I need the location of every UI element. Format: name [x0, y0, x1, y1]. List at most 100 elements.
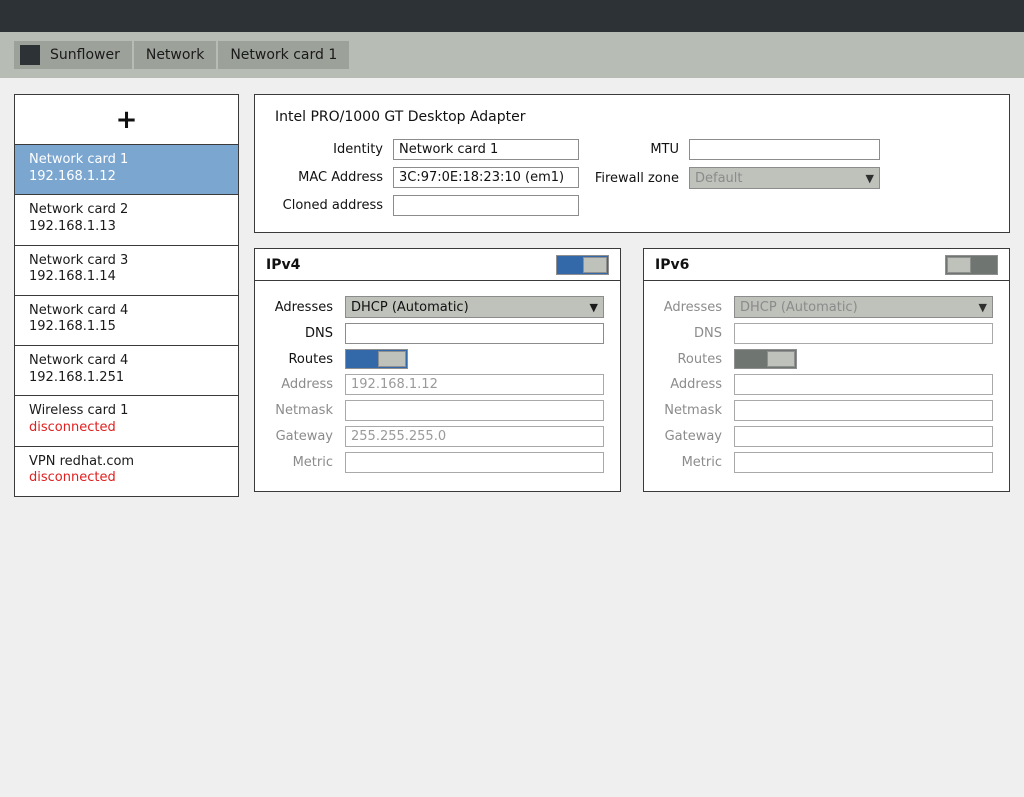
- ipv6-title: IPv6: [655, 256, 690, 273]
- list-item-detail: 192.168.1.14: [29, 269, 116, 285]
- add-interface-button[interactable]: +: [15, 95, 238, 145]
- details-column: Intel PRO/1000 GT Desktop Adapter Identi…: [254, 94, 1010, 492]
- list-item-status: disconnected: [29, 419, 116, 435]
- breadcrumb-home-label: Sunflower: [50, 47, 120, 63]
- identity-field-row: Identity Network card 1: [275, 139, 579, 160]
- toggle-knob-icon: [583, 256, 607, 273]
- breadcrumb-bar: Sunflower Network Network card 1: [0, 32, 1024, 78]
- ipv4-metric-row: Metric: [261, 452, 604, 473]
- ipv4-netmask-row: Netmask: [261, 400, 604, 421]
- mac-address-input[interactable]: 3C:97:0E:18:23:10 (em1): [393, 167, 579, 188]
- sidebar-item-network-card-2[interactable]: Network card 2 192.168.1.13: [15, 195, 238, 246]
- ipv6-metric-row: Metric: [650, 452, 993, 473]
- ipv6-netmask-label: Netmask: [664, 403, 722, 418]
- ipv6-gateway-label: Gateway: [664, 429, 722, 444]
- ipv4-routes-row: Routes: [261, 349, 604, 369]
- breadcrumb-item-network-card-1[interactable]: Network card 1: [218, 41, 350, 69]
- ipv4-address-label: Address: [281, 377, 333, 392]
- list-item-status: disconnected: [29, 470, 116, 486]
- list-item-title: Network card 2: [29, 202, 129, 218]
- ipv4-enable-toggle[interactable]: [556, 254, 609, 275]
- mtu-input[interactable]: [689, 139, 880, 160]
- ipv4-header: IPv4: [255, 249, 620, 281]
- ipv6-metric-input[interactable]: [734, 452, 993, 473]
- breadcrumb-label: Network card 1: [230, 47, 338, 63]
- firewall-zone-select[interactable]: Default ▼: [689, 167, 880, 189]
- ipv4-gateway-label: Gateway: [275, 429, 333, 444]
- ipv6-addresses-select[interactable]: DHCP (Automatic) ▼: [734, 296, 993, 318]
- identity-card: Intel PRO/1000 GT Desktop Adapter Identi…: [254, 94, 1010, 233]
- ipv6-address-label: Address: [670, 377, 722, 392]
- ipv6-address-input[interactable]: [734, 374, 993, 395]
- identity-label: Identity: [333, 142, 383, 157]
- sidebar-item-network-card-3[interactable]: Network card 3 192.168.1.14: [15, 245, 238, 296]
- sidebar-item-vpn-redhat[interactable]: VPN redhat.com disconnected: [15, 446, 238, 496]
- ipv6-addresses-value: DHCP (Automatic): [740, 299, 858, 315]
- sidebar-item-network-card-4-alt[interactable]: Network card 4 192.168.1.251: [15, 346, 238, 397]
- ipv4-addresses-select[interactable]: DHCP (Automatic) ▼: [345, 296, 604, 318]
- ipv6-enable-toggle[interactable]: [945, 254, 998, 275]
- list-item-title: VPN redhat.com: [29, 453, 135, 469]
- list-item-detail: 192.168.1.13: [29, 218, 116, 234]
- ipv6-addresses-row: Adresses DHCP (Automatic) ▼: [650, 296, 993, 318]
- list-item-title: Network card 1: [29, 152, 129, 167]
- ipv6-routes-toggle[interactable]: [734, 349, 797, 369]
- cloned-address-input[interactable]: [393, 195, 579, 216]
- mac-field-row: MAC Address 3C:97:0E:18:23:10 (em1): [275, 167, 579, 188]
- ipv6-address-row: Address: [650, 374, 993, 395]
- ipv4-metric-input[interactable]: [345, 452, 604, 473]
- ipv4-addresses-row: Adresses DHCP (Automatic) ▼: [261, 296, 604, 318]
- ipv4-title: IPv4: [266, 256, 301, 273]
- plus-icon: +: [115, 104, 138, 135]
- list-item-title: Wireless card 1: [29, 403, 129, 419]
- ipv6-dns-row: DNS: [650, 323, 993, 344]
- window-titlebar: [0, 0, 1024, 32]
- ipv6-gateway-row: Gateway: [650, 426, 993, 447]
- ipv4-addresses-label: Adresses: [274, 299, 333, 315]
- ipv6-body: Adresses DHCP (Automatic) ▼ DNS Routes A…: [644, 281, 1009, 491]
- list-item-title: Network card 4: [29, 353, 129, 368]
- ipv4-body: Adresses DHCP (Automatic) ▼ DNS Routes A…: [255, 281, 620, 491]
- ipv6-gateway-input[interactable]: [734, 426, 993, 447]
- ipv4-address-input[interactable]: 192.168.1.12: [345, 374, 604, 395]
- list-item-detail: 192.168.1.251: [29, 369, 125, 385]
- ipv6-routes-row: Routes: [650, 349, 993, 369]
- ipv6-dns-input[interactable]: [734, 323, 993, 344]
- protocol-panels: IPv4 Adresses DHCP (Automatic) ▼ DNS Rou…: [254, 248, 1010, 492]
- toggle-knob-icon: [378, 351, 406, 367]
- firewall-field-row: Firewall zone Default ▼: [579, 167, 959, 189]
- interfaces-sidebar: + Network card 1 192.168.1.12 Network ca…: [14, 94, 239, 497]
- page-body: + Network card 1 192.168.1.12 Network ca…: [0, 78, 1024, 513]
- toggle-knob-icon: [767, 351, 795, 367]
- sidebar-item-network-card-4[interactable]: Network card 4 192.168.1.15: [15, 295, 238, 346]
- mtu-field-row: MTU: [579, 139, 959, 160]
- ipv4-routes-toggle[interactable]: [345, 349, 408, 369]
- toggle-knob-icon: [947, 256, 971, 273]
- breadcrumb-item-network[interactable]: Network: [133, 41, 219, 69]
- ipv6-netmask-row: Netmask: [650, 400, 993, 421]
- ipv4-gateway-row: Gateway 255.255.255.0: [261, 426, 604, 447]
- breadcrumb-item-home[interactable]: Sunflower: [14, 41, 134, 69]
- identity-input[interactable]: Network card 1: [393, 139, 579, 160]
- ipv4-address-row: Address 192.168.1.12: [261, 374, 604, 395]
- ipv6-metric-label: Metric: [681, 455, 722, 470]
- cloned-address-label: Cloned address: [282, 198, 383, 213]
- ipv6-addresses-label: Adresses: [663, 299, 722, 315]
- list-item-title: Network card 3: [29, 252, 129, 268]
- ipv4-dns-input[interactable]: [345, 323, 604, 344]
- cloned-field-row: Cloned address: [275, 195, 579, 216]
- ipv4-gateway-input[interactable]: 255.255.255.0: [345, 426, 604, 447]
- breadcrumb-label: Network: [145, 47, 205, 63]
- ipv4-netmask-input[interactable]: [345, 400, 604, 421]
- ipv4-routes-label: Routes: [288, 351, 333, 367]
- list-item-detail: 192.168.1.12: [29, 168, 116, 184]
- ipv4-card: IPv4 Adresses DHCP (Automatic) ▼ DNS Rou…: [254, 248, 621, 492]
- ipv6-header: IPv6: [644, 249, 1009, 281]
- sidebar-item-network-card-1[interactable]: Network card 1 192.168.1.12: [15, 145, 238, 196]
- chevron-down-icon: ▼: [589, 300, 598, 314]
- ipv6-netmask-input[interactable]: [734, 400, 993, 421]
- ipv6-card: IPv6 Adresses DHCP (Automatic) ▼ DNS Rou…: [643, 248, 1010, 492]
- ipv4-netmask-label: Netmask: [275, 403, 333, 418]
- adapter-title: Intel PRO/1000 GT Desktop Adapter: [275, 109, 526, 125]
- sidebar-item-wireless-card-1[interactable]: Wireless card 1 disconnected: [15, 396, 238, 447]
